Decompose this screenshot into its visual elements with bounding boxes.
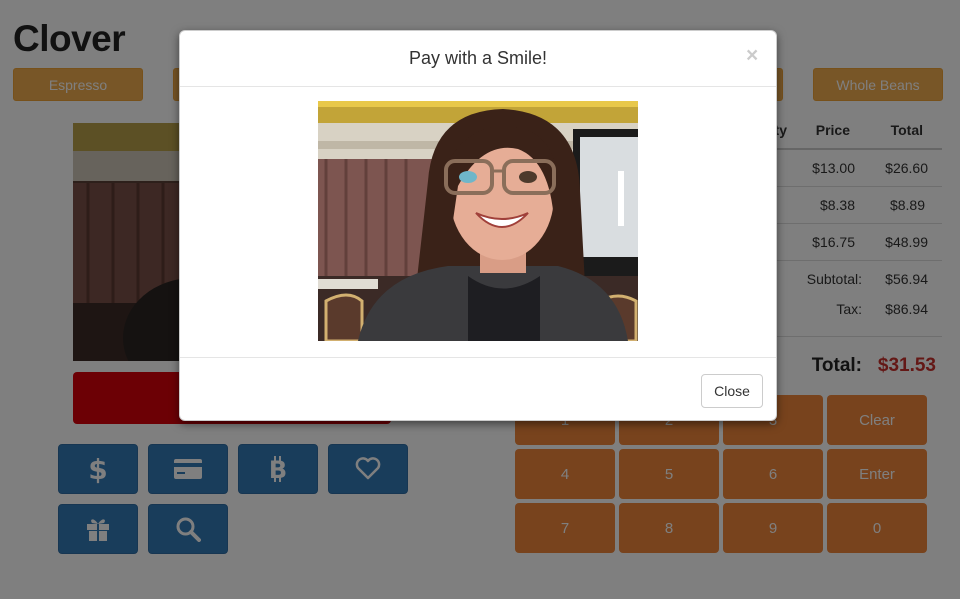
modal-footer: Close <box>180 357 776 421</box>
captured-photo <box>318 101 638 341</box>
pay-with-smile-modal: Pay with a Smile! × Close <box>179 30 777 421</box>
modal-title: Pay with a Smile! <box>408 48 548 68</box>
modal-header: Pay with a Smile! × <box>180 31 776 87</box>
modal-close-button[interactable]: Close <box>701 374 763 408</box>
modal-close-x-button[interactable]: × <box>746 45 758 66</box>
